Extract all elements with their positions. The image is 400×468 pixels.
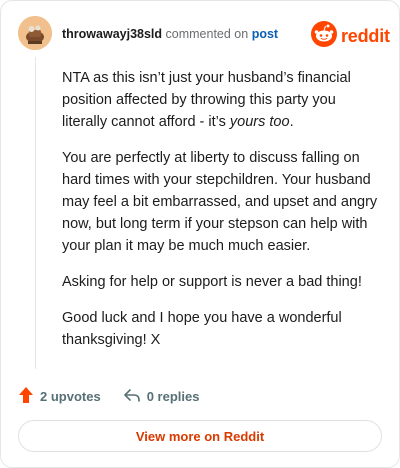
post-link[interactable]: post [252, 27, 278, 41]
comment-header: throwawayj38sld commented on post [62, 26, 278, 42]
thread-line [35, 57, 36, 369]
replies-count: 0 replies [146, 389, 200, 404]
upvote-arrow-icon [18, 386, 40, 407]
username-link[interactable]: throwawayj38sld [62, 27, 162, 41]
comment-paragraph: You are perfectly at liberty to discuss … [62, 150, 378, 254]
comment-paragraph: Asking for help or support is never a ba… [62, 274, 362, 290]
emphasis-text: yours too [229, 114, 290, 130]
reddit-logo[interactable]: reddit [311, 21, 390, 52]
comment-body: NTA as this isn’t just your husband’s fi… [62, 67, 382, 365]
upvote-count: 2 upvotes [40, 389, 101, 404]
comment-paragraph: NTA as this isn’t just your husband’s fi… [62, 70, 351, 130]
comment-actions: 2 upvotes 0 replies [18, 386, 199, 407]
embedded-comment-card: throwawayj38sld commented on post reddit… [0, 0, 400, 468]
replies-button[interactable]: 0 replies [123, 387, 200, 406]
commented-on-text: commented on [165, 27, 249, 41]
reddit-snoo-icon [311, 21, 337, 52]
avatar[interactable] [18, 16, 52, 50]
comment-paragraph: Good luck and I hope you have a wonderfu… [62, 310, 342, 348]
reddit-wordmark: reddit [341, 26, 390, 46]
reply-arrow-icon [123, 387, 147, 406]
view-more-button[interactable]: View more on Reddit [18, 420, 382, 452]
upvote-button[interactable]: 2 upvotes [18, 386, 101, 407]
